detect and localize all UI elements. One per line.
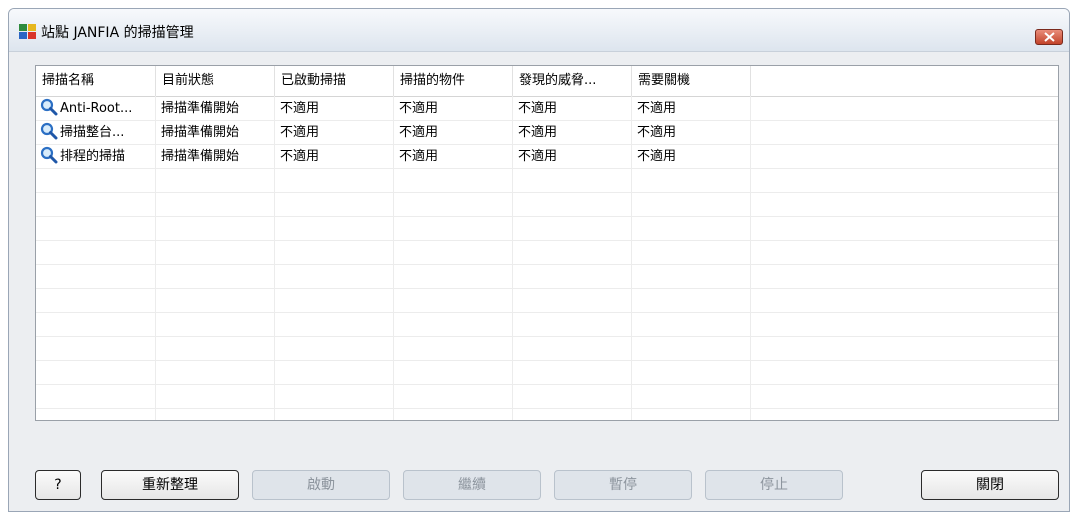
reboot-cell: 不適用 xyxy=(637,125,677,140)
grid-divider xyxy=(36,312,1058,313)
search-icon xyxy=(40,122,58,139)
reboot-cell: 不適用 xyxy=(637,101,677,116)
avg-logo-icon xyxy=(19,24,36,39)
grid-divider xyxy=(36,264,1058,265)
scan-name-cell: 排程的掃描 xyxy=(36,145,155,169)
column-header-reboot[interactable]: 需要關機 xyxy=(632,66,751,96)
resume-button[interactable]: 繼續 xyxy=(403,470,541,500)
column-header-status[interactable]: 目前狀態 xyxy=(156,66,275,96)
grid-divider xyxy=(36,336,1058,337)
table-row[interactable]: 排程的掃描 掃描準備開始 不適用 不適用 不適用 不適用 xyxy=(36,145,1058,169)
threats-cell: 不適用 xyxy=(518,125,558,140)
scan-manager-window: 站點 JANFIA 的掃描管理 掃描名稱 目前狀態 已啟動掃描 掃描的物件 發現… xyxy=(8,8,1070,512)
started-cell: 不適用 xyxy=(280,149,320,164)
objects-cell: 不適用 xyxy=(399,149,439,164)
close-window-button[interactable] xyxy=(1035,29,1063,45)
scan-name-cell: 掃描整台... xyxy=(36,121,155,145)
list-header: 掃描名稱 目前狀態 已啟動掃描 掃描的物件 發現的威脅... 需要關機 xyxy=(36,66,1058,97)
scan-name: 掃描整台... xyxy=(60,125,125,140)
threats-cell: 不適用 xyxy=(518,149,558,164)
column-header-objects[interactable]: 掃描的物件 xyxy=(394,66,513,96)
pause-button[interactable]: 暫停 xyxy=(554,470,692,500)
status-cell: 掃描準備開始 xyxy=(161,101,240,116)
reboot-cell: 不適用 xyxy=(637,149,677,164)
search-icon xyxy=(40,146,58,163)
grid-divider xyxy=(36,240,1058,241)
scan-name: Anti-Root... xyxy=(60,101,133,116)
grid-divider xyxy=(36,384,1058,385)
status-cell: 掃描準備開始 xyxy=(161,149,240,164)
started-cell: 不適用 xyxy=(280,101,320,116)
column-header-started[interactable]: 已啟動掃描 xyxy=(275,66,394,96)
stop-button[interactable]: 停止 xyxy=(705,470,843,500)
start-button[interactable]: 啟動 xyxy=(252,470,390,500)
started-cell: 不適用 xyxy=(280,125,320,140)
close-button[interactable]: 關閉 xyxy=(921,470,1059,500)
help-button[interactable]: ? xyxy=(35,470,81,500)
refresh-button[interactable]: 重新整理 xyxy=(101,470,239,500)
grid-divider xyxy=(36,408,1058,409)
close-icon xyxy=(1044,32,1055,42)
window-title: 站點 JANFIA 的掃描管理 xyxy=(41,25,194,41)
threats-cell: 不適用 xyxy=(518,101,558,116)
grid-divider xyxy=(36,216,1058,217)
scan-list[interactable]: 掃描名稱 目前狀態 已啟動掃描 掃描的物件 發現的威脅... 需要關機 Anti… xyxy=(35,65,1059,421)
grid-divider xyxy=(36,288,1058,289)
scan-name: 排程的掃描 xyxy=(60,149,126,164)
grid-divider xyxy=(36,192,1058,193)
grid-divider xyxy=(36,360,1058,361)
scan-name-cell: Anti-Root... xyxy=(36,97,155,121)
status-cell: 掃描準備開始 xyxy=(161,125,240,140)
title-bar: 站點 JANFIA 的掃描管理 xyxy=(9,9,1069,52)
objects-cell: 不適用 xyxy=(399,125,439,140)
objects-cell: 不適用 xyxy=(399,101,439,116)
column-header-threats[interactable]: 發現的威脅... xyxy=(513,66,632,96)
table-row[interactable]: 掃描整台... 掃描準備開始 不適用 不適用 不適用 不適用 xyxy=(36,121,1058,145)
table-row[interactable]: Anti-Root... 掃描準備開始 不適用 不適用 不適用 不適用 xyxy=(36,97,1058,121)
column-header-scan-name[interactable]: 掃描名稱 xyxy=(36,66,156,96)
search-icon xyxy=(40,98,58,115)
